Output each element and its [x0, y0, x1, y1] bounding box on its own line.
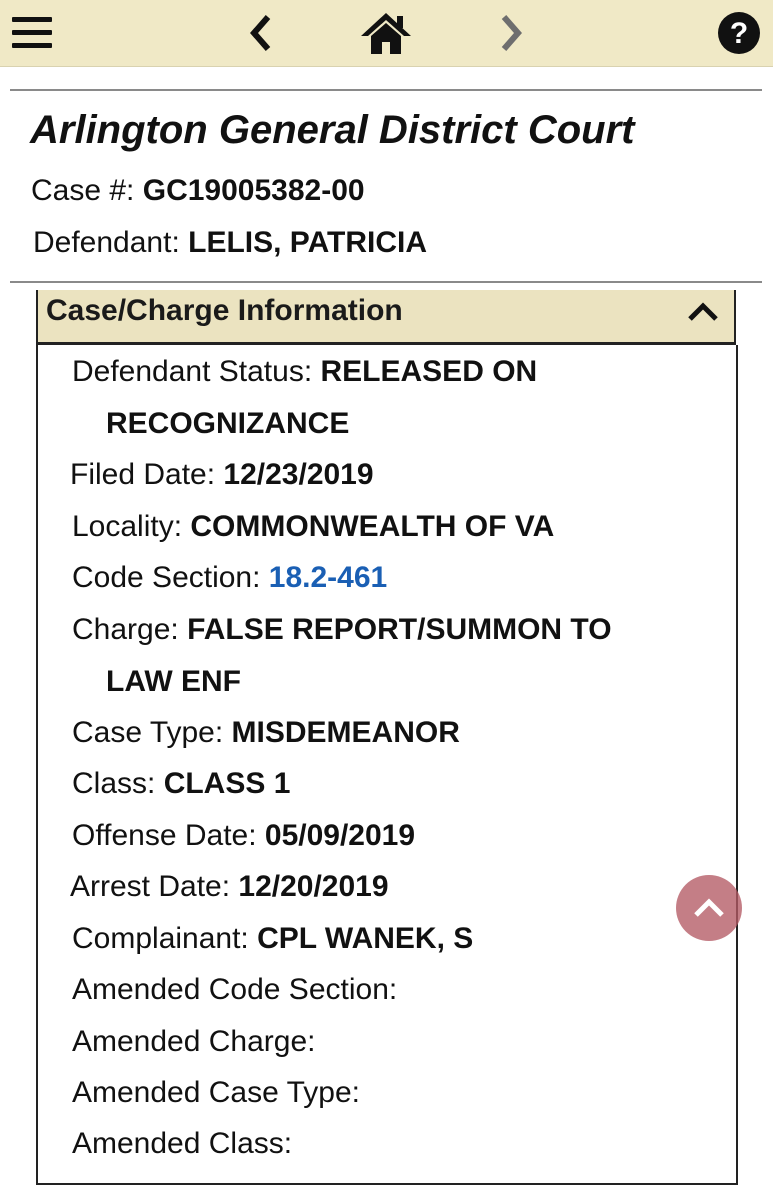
field-value: RELEASED ON [320, 355, 538, 388]
field-value: CLASS 1 [163, 767, 291, 800]
home-icon [361, 13, 411, 54]
defendant-label: Defendant: [33, 226, 189, 259]
field-label: Class: [72, 767, 164, 800]
hamburger-menu-icon [12, 17, 52, 48]
field-label: Complainant: [72, 922, 258, 955]
field-label: Locality: [72, 510, 191, 543]
field-label: Charge: [72, 613, 188, 646]
field-class: Class: CLASS 1 [72, 767, 290, 801]
field-label: Amended Case Type: [72, 1076, 360, 1109]
defendant-name: LELIS, PATRICIA [188, 226, 428, 259]
top-nav-bar: ? [0, 0, 773, 67]
help-button[interactable]: ? [712, 0, 766, 66]
field-label: Arrest Date: [70, 870, 239, 903]
case-number-line: Case #: GC19005382-00 [31, 174, 365, 208]
case-number-value: GC19005382-00 [142, 174, 365, 207]
field-defendant-status: Defendant Status: RELEASED ON RECOGNIZAN… [72, 355, 538, 440]
back-button[interactable] [236, 0, 286, 66]
field-amended-charge: Amended Charge: [72, 1025, 316, 1059]
field-label: Offense Date: [72, 819, 265, 852]
field-arrest-date: Arrest Date: 12/20/2019 [70, 870, 389, 904]
scroll-to-top-button[interactable] [676, 875, 742, 941]
case-charge-panel-body: Defendant Status: RELEASED ON RECOGNIZAN… [36, 345, 738, 1185]
home-button[interactable] [356, 0, 416, 66]
field-value: 12/20/2019 [238, 870, 389, 903]
field-label: Code Section: [72, 561, 269, 594]
field-value: MISDEMEANOR [231, 716, 460, 749]
case-number-label: Case #: [31, 174, 143, 207]
field-filed-date: Filed Date: 12/23/2019 [70, 458, 374, 492]
field-label: Amended Class: [72, 1127, 293, 1160]
header-divider-bottom [10, 281, 762, 283]
field-value: COMMONWEALTH OF VA [190, 510, 555, 543]
chevron-up-icon [694, 898, 724, 917]
case-charge-panel-header[interactable]: Case/Charge Information [36, 290, 736, 345]
forward-button[interactable] [486, 0, 536, 66]
chevron-left-icon [250, 15, 271, 51]
header-divider-top [10, 89, 762, 91]
field-label: Amended Code Section: [72, 973, 398, 1006]
question-circle-icon: ? [718, 12, 760, 54]
field-value: FALSE REPORT/SUMMON TO [187, 613, 612, 646]
field-case-type: Case Type: MISDEMEANOR [72, 716, 460, 750]
field-offense-date: Offense Date: 05/09/2019 [72, 819, 415, 853]
code-section-link[interactable]: 18.2-461 [269, 561, 387, 594]
menu-button[interactable] [4, 0, 60, 66]
defendant-line: Defendant: LELIS, PATRICIA [33, 226, 427, 260]
field-value-continued: RECOGNIZANCE [106, 407, 350, 440]
court-name: Arlington General District Court [30, 108, 635, 152]
field-value-continued: LAW ENF [106, 665, 241, 698]
field-label: Case Type: [72, 716, 232, 749]
field-locality: Locality: COMMONWEALTH OF VA [72, 510, 554, 544]
chevron-right-icon [501, 15, 522, 51]
field-value: CPL WANEK, S [257, 922, 474, 955]
field-amended-case-type: Amended Case Type: [72, 1076, 360, 1110]
collapse-toggle[interactable] [686, 300, 720, 329]
panel-title: Case/Charge Information [46, 294, 403, 327]
field-value: 05/09/2019 [264, 819, 416, 852]
field-amended-class: Amended Class: [72, 1127, 292, 1161]
field-value: 12/23/2019 [223, 458, 374, 491]
svg-text:?: ? [730, 17, 748, 50]
field-label: Filed Date: [70, 458, 224, 491]
field-complainant: Complainant: CPL WANEK, S [72, 922, 473, 956]
field-code-section: Code Section: 18.2-461 [72, 561, 387, 595]
chevron-up-icon [688, 302, 718, 321]
field-label: Defendant Status: [72, 355, 321, 388]
field-charge: Charge: FALSE REPORT/SUMMON TO LAW ENF [72, 613, 612, 698]
field-label: Amended Charge: [72, 1025, 316, 1058]
field-amended-code-section: Amended Code Section: [72, 973, 397, 1007]
